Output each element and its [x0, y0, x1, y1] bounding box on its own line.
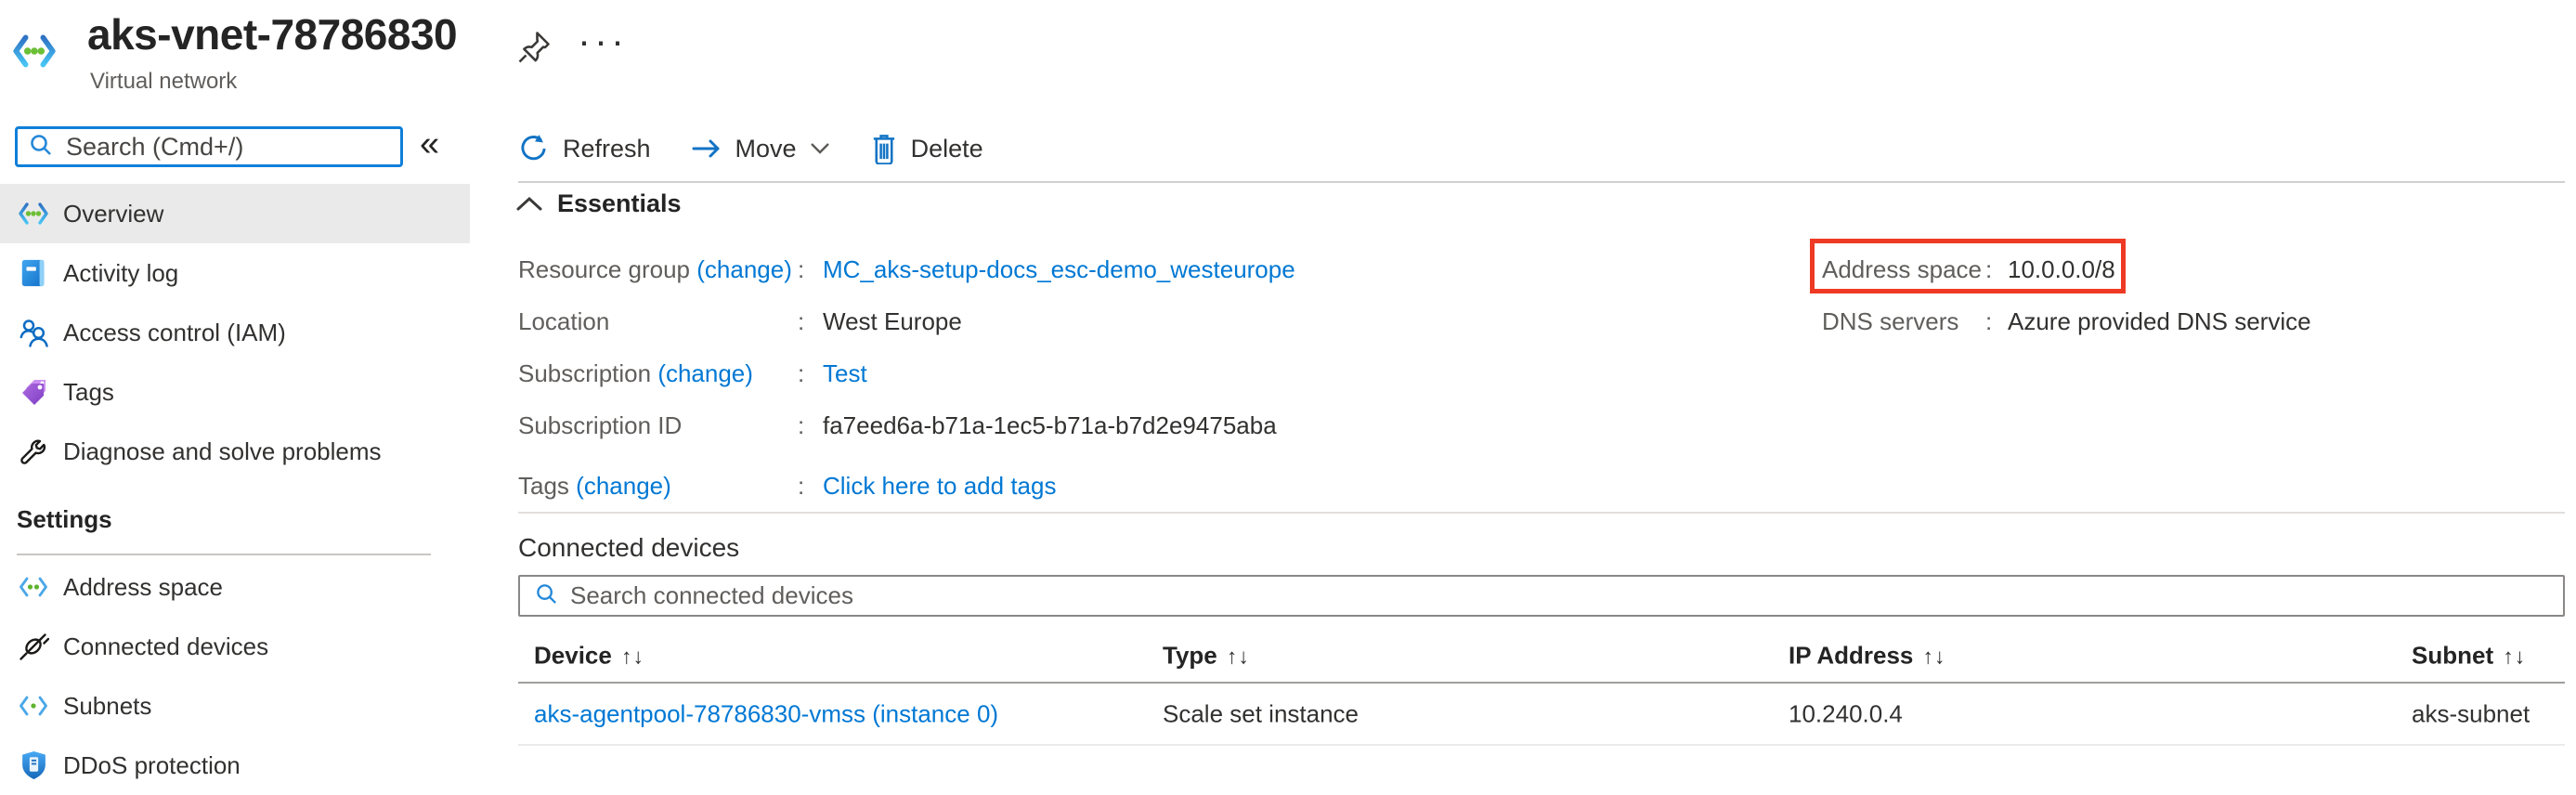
- sidebar-item-label: Address space: [63, 573, 223, 602]
- device-subnet-cell: aks-subnet: [2412, 699, 2530, 728]
- access-control-icon: [17, 318, 50, 348]
- sidebar-section-divider: [17, 554, 431, 555]
- refresh-icon: [518, 134, 549, 164]
- essentials-left-column: Resource group (change) : MC_aks-setup-d…: [518, 243, 1818, 512]
- sidebar-search-box[interactable]: [15, 126, 403, 167]
- sidebar-item-address-space[interactable]: Address space: [0, 557, 470, 617]
- subnet-icon: [17, 695, 50, 717]
- change-resource-group-link[interactable]: (change): [696, 255, 792, 283]
- plug-icon: [17, 631, 50, 662]
- more-options-button[interactable]: ···: [578, 19, 628, 63]
- sidebar-item-connected-devices[interactable]: Connected devices: [0, 617, 470, 676]
- essentials-row-resource-group: Resource group (change) : MC_aks-setup-d…: [518, 243, 1818, 295]
- essentials-divider: [518, 512, 2565, 514]
- delete-button[interactable]: Delete: [871, 134, 983, 164]
- vnet-icon: [17, 202, 50, 225]
- add-tags-link[interactable]: Click here to add tags: [823, 472, 1056, 501]
- sidebar-item-label: Overview: [63, 200, 163, 228]
- move-button[interactable]: Move: [692, 135, 830, 163]
- location-value: West Europe: [823, 307, 962, 336]
- sort-icon: ↑↓: [1922, 645, 1945, 669]
- shield-icon: [17, 750, 50, 781]
- change-tags-link[interactable]: (change): [576, 472, 671, 500]
- essentials-row-location: Location : West Europe: [518, 295, 1818, 347]
- dns-servers-value: Azure provided DNS service: [2008, 307, 2311, 336]
- connected-devices-search-box[interactable]: [518, 575, 2565, 617]
- column-header-subnet[interactable]: Subnet↑↓: [2412, 642, 2526, 671]
- table-row: aks-agentpool-78786830-vmss (instance 0)…: [518, 684, 2565, 746]
- sidebar-search-input[interactable]: [66, 133, 400, 162]
- sidebar-item-label: DDoS protection: [63, 751, 241, 780]
- sidebar-item-subnets[interactable]: Subnets: [0, 676, 470, 736]
- search-icon: [29, 133, 53, 162]
- sidebar-section-settings: Settings: [17, 505, 112, 534]
- devices-table-header: Device↑↓ Type↑↓ IP Address↑↓ Subnet↑↓: [518, 630, 2565, 682]
- address-space-value: 10.0.0.0/8: [2008, 255, 2115, 284]
- sidebar-item-activity-log[interactable]: Activity log: [0, 243, 470, 303]
- sidebar-item-label: Connected devices: [63, 632, 268, 661]
- virtual-network-icon: [11, 33, 58, 73]
- move-arrow-icon: [692, 137, 722, 160]
- sidebar-item-label: Diagnose and solve problems: [63, 437, 382, 466]
- collapse-sidebar-button[interactable]: «: [420, 124, 439, 164]
- tag-icon: [17, 377, 50, 408]
- essentials-right-column: Address space : 10.0.0.0/8 DNS servers :…: [1822, 243, 2528, 347]
- wrench-icon: [17, 437, 50, 467]
- sidebar-item-ddos-protection[interactable]: DDoS protection: [0, 736, 470, 795]
- connected-devices-search-input[interactable]: [570, 581, 2563, 610]
- sidebar-item-label: Subnets: [63, 692, 151, 721]
- search-icon: [535, 582, 558, 610]
- chevron-down-icon: [810, 142, 830, 155]
- column-header-ip-address[interactable]: IP Address↑↓: [1789, 642, 1945, 671]
- sidebar-item-diagnose[interactable]: Diagnose and solve problems: [0, 422, 470, 481]
- essentials-row-subscription: Subscription (change) : Test: [518, 347, 1818, 399]
- toolbar-divider: [518, 181, 2565, 183]
- refresh-button[interactable]: Refresh: [518, 134, 651, 164]
- change-subscription-link[interactable]: (change): [657, 359, 753, 387]
- resource-group-link[interactable]: MC_aks-setup-docs_esc-demo_westeurope: [823, 255, 1295, 284]
- pin-icon: [516, 54, 552, 68]
- essentials-row-dns-servers: DNS servers : Azure provided DNS service: [1822, 295, 2528, 347]
- device-type-cell: Scale set instance: [1163, 699, 1359, 728]
- sidebar-nav: Overview Activity log Access control (IA…: [0, 184, 470, 481]
- sidebar-item-label: Access control (IAM): [63, 319, 286, 347]
- pin-button[interactable]: [516, 30, 552, 68]
- column-header-type[interactable]: Type↑↓: [1163, 642, 1250, 671]
- essentials-row-address-space: Address space : 10.0.0.0/8: [1822, 243, 2528, 295]
- subscription-id-value: fa7eed6a-b71a-1ec5-b71a-b7d2e9475aba: [823, 411, 1277, 440]
- connected-devices-title: Connected devices: [518, 533, 739, 563]
- device-ip-cell: 10.240.0.4: [1789, 699, 1903, 728]
- essentials-toggle[interactable]: Essentials: [516, 189, 682, 218]
- sort-icon: ↑↓: [621, 645, 644, 669]
- command-bar: Refresh Move Delete: [518, 124, 1024, 173]
- column-header-device[interactable]: Device↑↓: [534, 642, 644, 671]
- sort-icon: ↑↓: [1227, 645, 1250, 669]
- chevron-up-icon: [516, 196, 542, 212]
- address-space-icon: [17, 576, 50, 598]
- sidebar-item-tags[interactable]: Tags: [0, 362, 470, 422]
- device-link[interactable]: aks-agentpool-78786830-vmss (instance 0): [534, 699, 998, 728]
- essentials-row-tags: Tags (change) : Click here to add tags: [518, 460, 1818, 512]
- sidebar-settings-nav: Address space Connected devices Subnets: [0, 557, 470, 795]
- page-title: aks-vnet-78786830: [87, 9, 457, 59]
- trash-icon: [871, 134, 897, 164]
- sort-icon: ↑↓: [2503, 645, 2526, 669]
- sidebar-item-label: Tags: [63, 378, 114, 407]
- sidebar-item-label: Activity log: [63, 259, 178, 288]
- activity-log-icon: [17, 257, 50, 289]
- sidebar-item-access-control[interactable]: Access control (IAM): [0, 303, 470, 362]
- page-subtitle: Virtual network: [90, 69, 237, 95]
- essentials-row-subscription-id: Subscription ID : fa7eed6a-b71a-1ec5-b71…: [518, 399, 1818, 451]
- sidebar-item-overview[interactable]: Overview: [0, 184, 470, 243]
- subscription-link[interactable]: Test: [823, 359, 867, 388]
- essentials-title: Essentials: [557, 189, 682, 218]
